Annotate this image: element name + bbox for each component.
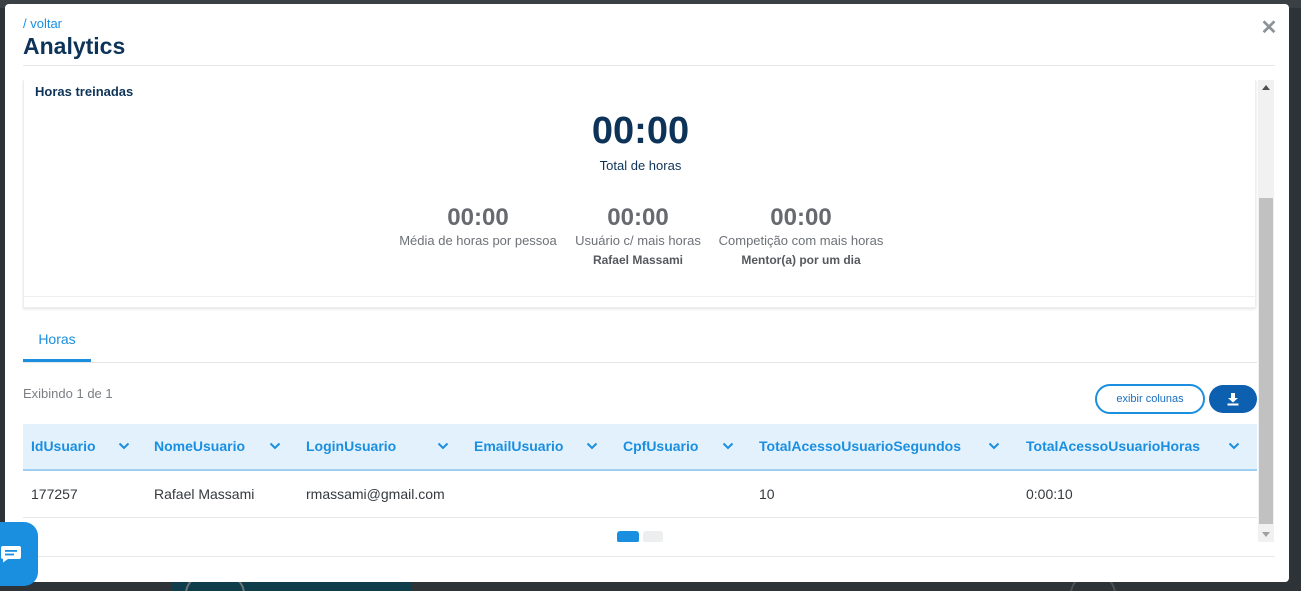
chevron-down-icon[interactable] xyxy=(437,442,449,450)
cell-nomeusuario: Rafael Massami xyxy=(154,486,255,502)
show-columns-button[interactable]: exibir colunas xyxy=(1095,384,1205,414)
chevron-down-icon[interactable] xyxy=(586,442,598,450)
pagination-page-1[interactable] xyxy=(617,531,639,542)
download-icon xyxy=(1227,393,1239,406)
column-header-cpfusuario[interactable]: CpfUsuario xyxy=(623,424,698,469)
chevron-down-icon[interactable] xyxy=(1228,442,1240,450)
stat-value: 00:00 xyxy=(770,204,832,231)
stat-average-hours: 00:00 Média de horas por pessoa xyxy=(398,204,558,248)
pagination-page-2[interactable] xyxy=(643,531,663,542)
column-header-emailusuario[interactable]: EmailUsuario xyxy=(474,424,563,469)
page-title: Analytics xyxy=(23,33,126,59)
table-row[interactable]: 177257 Rafael Massami rmassami@gmail.com… xyxy=(23,471,1257,518)
stat-label: Competição com mais horas xyxy=(718,233,884,248)
total-hours-label: Total de horas xyxy=(599,158,682,173)
stat-value: 00:00 xyxy=(607,204,669,231)
download-button[interactable] xyxy=(1209,385,1257,413)
close-icon[interactable]: ✕ xyxy=(1260,18,1278,38)
stat-label: Média de horas por pessoa xyxy=(399,233,557,248)
tab-divider xyxy=(23,362,1257,363)
header-divider xyxy=(23,65,1275,66)
scroll-up-arrow[interactable] xyxy=(1262,85,1270,90)
chat-icon xyxy=(1,546,21,563)
cell-loginusuario: rmassami@gmail.com xyxy=(306,486,445,502)
cell-totalacessousuariosegundos: 10 xyxy=(759,486,775,502)
results-count: Exibindo 1 de 1 xyxy=(23,386,113,401)
scrollbar-thumb[interactable] xyxy=(1259,198,1273,524)
tab-horas[interactable]: Horas xyxy=(23,324,91,362)
table-header: IdUsuario NomeUsuario LoginUsuario Email… xyxy=(23,424,1257,471)
back-link[interactable]: / voltar xyxy=(23,16,62,31)
stat-value: 00:00 xyxy=(447,204,509,231)
card-divider xyxy=(24,296,1257,297)
modal-scroll-area[interactable]: Horas treinadas 00:00 Total de horas 00:… xyxy=(22,80,1275,542)
analytics-modal: / voltar Analytics ✕ Horas treinadas 00:… xyxy=(5,4,1289,582)
footer-divider xyxy=(23,556,1275,557)
column-header-idusuario[interactable]: IdUsuario xyxy=(31,424,96,469)
stat-sub: Mentor(a) por um dia xyxy=(741,253,861,267)
cell-idusuario: 177257 xyxy=(31,486,78,502)
column-header-nomeusuario[interactable]: NomeUsuario xyxy=(154,424,245,469)
chevron-down-icon[interactable] xyxy=(269,442,281,450)
hours-summary-card: Horas treinadas 00:00 Total de horas 00:… xyxy=(23,80,1257,308)
column-header-loginusuario[interactable]: LoginUsuario xyxy=(306,424,396,469)
cell-totalacessousuariohoras: 0:00:10 xyxy=(1026,486,1073,502)
scroll-down-arrow[interactable] xyxy=(1262,532,1270,537)
chevron-down-icon[interactable] xyxy=(988,442,1000,450)
column-header-totalacessousuariohoras[interactable]: TotalAcessoUsuarioHoras xyxy=(1026,424,1200,469)
card-title: Horas treinadas xyxy=(35,84,134,99)
vertical-scrollbar[interactable] xyxy=(1258,80,1274,542)
stat-top-user: 00:00 Usuário c/ mais horas Rafael Massa… xyxy=(573,204,703,267)
chevron-down-icon[interactable] xyxy=(118,442,130,450)
total-hours-value: 00:00 xyxy=(591,110,690,152)
stat-label: Usuário c/ mais horas xyxy=(575,233,701,248)
stat-sub: Rafael Massami xyxy=(592,253,684,267)
chevron-down-icon[interactable] xyxy=(722,442,734,450)
column-header-totalacessousuariosegundos[interactable]: TotalAcessoUsuarioSegundos xyxy=(759,424,961,469)
stat-top-competition: 00:00 Competição com mais horas Mentor(a… xyxy=(716,204,886,267)
chat-button[interactable] xyxy=(0,522,38,586)
